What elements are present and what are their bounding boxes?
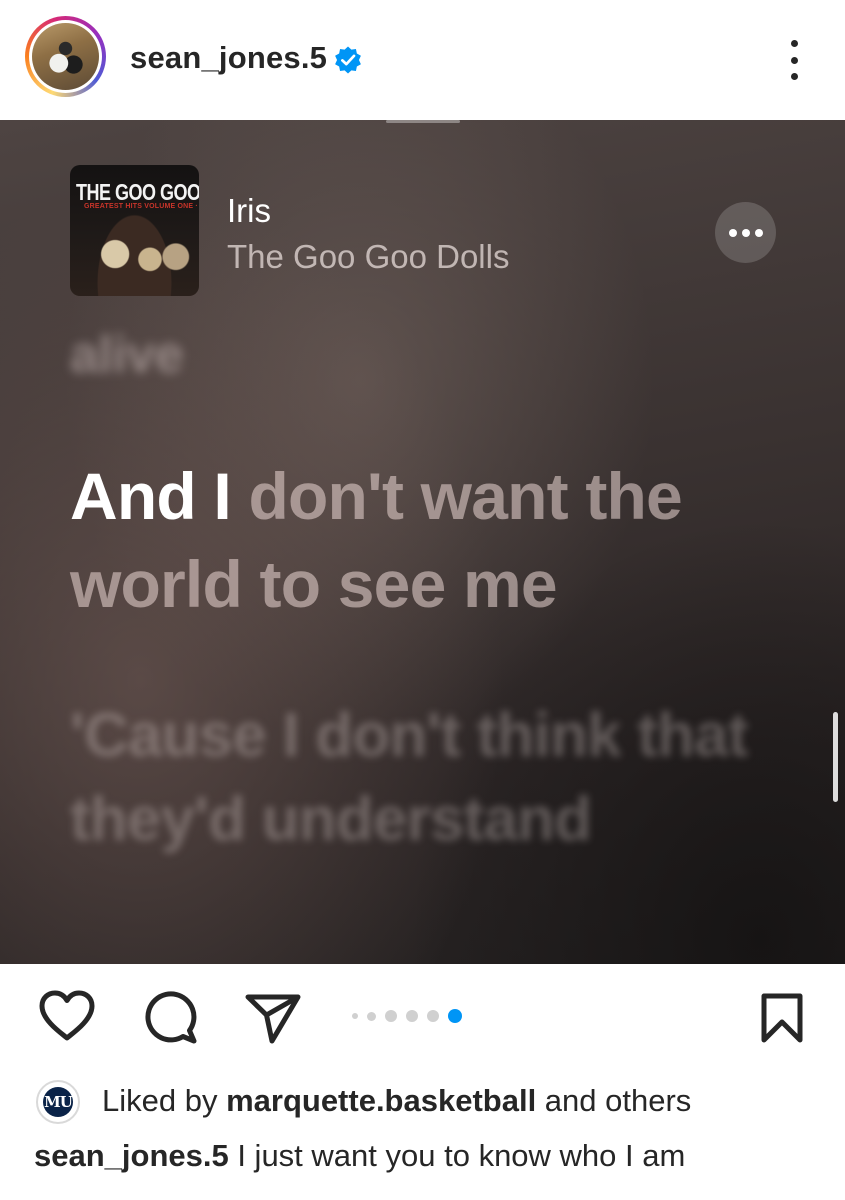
lyric-previous: alive [70,326,184,384]
album-art: THE GOO GOO DOLLS GREATEST HITS VOLUME O… [70,165,199,296]
marquette-logo: MU [43,1087,73,1117]
avatar-border [29,20,102,93]
profile-avatar[interactable] [25,16,106,97]
likes-prefix: Liked by [102,1083,227,1118]
dot [741,228,750,237]
carousel-dot-active [448,1009,462,1023]
carousel-dot [406,1010,418,1022]
liker-avatar[interactable]: MU [36,1080,80,1124]
post-caption: sean_jones.5 I just want you to know who… [34,1138,834,1174]
post-header: sean_jones.5 [0,0,845,120]
dot [790,73,798,80]
carousel-dot [367,1011,376,1021]
carousel-dot [427,1010,439,1022]
verified-badge-icon [335,46,361,74]
avatar-image [32,23,99,90]
drag-handle [386,120,460,123]
dot [754,228,763,237]
lyric-current: And I don't want the world to see me [70,452,790,628]
album-art-subtitle: GREATEST HITS VOLUME ONE · THE SINGLES [84,203,199,210]
carousel-dot [385,1010,397,1022]
dot [790,56,798,64]
bookmark-icon[interactable] [761,993,803,1043]
share-icon[interactable] [244,991,302,1045]
caption-text: I just want you to know who I am [228,1138,686,1173]
lyric-next: 'Cause I don't think that they'd underst… [70,701,749,854]
dot [728,228,737,237]
caption-username[interactable]: sean_jones.5 [34,1138,229,1173]
likes-text: Liked by marquette.basketball and others [102,1083,691,1119]
song-artist: The Goo Goo Dolls [227,238,510,275]
more-horizontal-icon[interactable] [715,202,776,263]
likes-suffix[interactable]: and others [536,1083,692,1118]
carousel-indicator [352,1008,462,1024]
more-vertical-icon[interactable] [780,38,808,82]
comment-icon[interactable] [142,989,198,1045]
carousel-dot [352,1013,358,1019]
likes-row[interactable]: MU Liked by marquette.basketball and oth… [36,1080,836,1124]
liker-username[interactable]: marquette.basketball [226,1083,536,1118]
heart-icon[interactable] [38,990,96,1042]
dot [790,40,798,47]
post-media[interactable]: THE GOO GOO DOLLS GREATEST HITS VOLUME O… [0,120,845,964]
scroll-indicator[interactable] [833,712,838,802]
lyric-current-sung: And I [70,459,232,533]
post-username[interactable]: sean_jones.5 [130,40,327,76]
song-title: Iris [227,192,271,229]
